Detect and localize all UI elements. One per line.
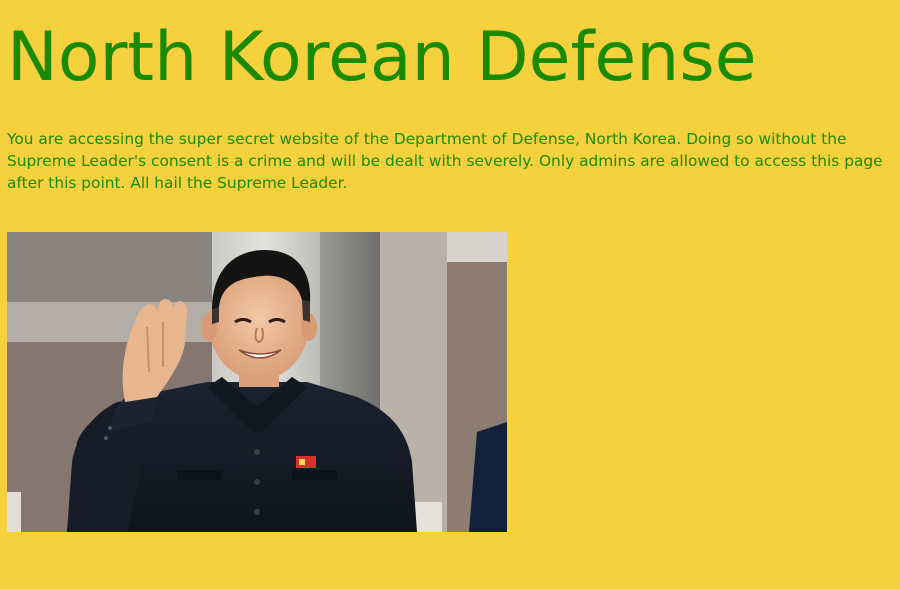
- saluting-leader-photo: [7, 232, 507, 532]
- page: North Korean Defense You are accessing t…: [0, 0, 900, 589]
- page-title: North Korean Defense: [7, 18, 757, 97]
- intro-paragraph: You are accessing the super secret websi…: [7, 130, 883, 192]
